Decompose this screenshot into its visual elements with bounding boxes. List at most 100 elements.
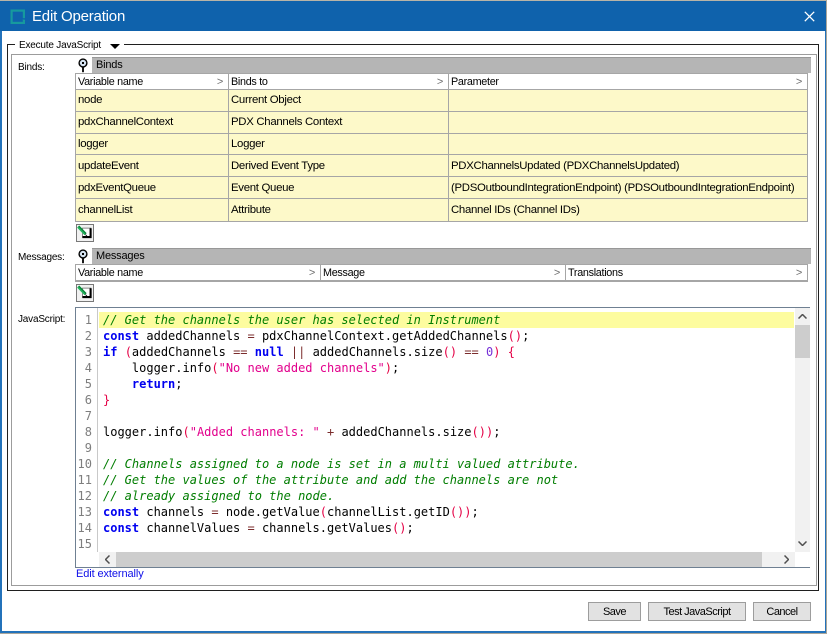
binds-group-title: Binds [92,59,123,71]
line-number: 2 [76,328,97,344]
binds-label: Binds: [18,62,45,73]
column-header[interactable]: Message> [321,265,566,281]
table-cell[interactable]: pdxChannelContext [76,112,229,134]
scroll-right-icon[interactable] [779,552,794,567]
table-row[interactable]: updateEventDerived Event TypePDXChannels… [76,155,807,177]
binds-group-header[interactable]: Binds [92,57,811,73]
code-line[interactable]: logger.info("No new added channels"); [99,360,794,376]
table-cell[interactable]: channelList [76,199,229,221]
table-cell[interactable]: Channel IDs (Channel IDs) [449,199,807,221]
line-number: 13 [76,504,97,520]
scrollbar-corner [795,552,811,567]
code-line[interactable]: // Get the channels the user has selecte… [99,312,794,328]
operation-type-label: Execute JavaScript [19,40,101,51]
messages-group-header[interactable]: Messages [92,248,811,264]
scroll-left-icon[interactable] [100,552,115,567]
operation-type-dropdown[interactable]: Execute JavaScript [15,39,124,52]
cancel-button[interactable]: Cancel [753,602,811,621]
line-number: 15 [76,536,97,552]
editor-code-area[interactable]: // Get the channels the user has selecte… [99,308,794,552]
code-line[interactable] [99,440,794,456]
table-cell[interactable]: updateEvent [76,155,229,177]
code-line[interactable]: return; [99,376,794,392]
line-number: 6 [76,392,97,408]
binds-table[interactable]: Variable name>Binds to>Parameter>nodeCur… [75,73,808,222]
close-button[interactable] [794,1,825,31]
messages-table[interactable]: Variable name>Message>Translations> [75,264,808,282]
messages-label: Messages: [18,252,65,263]
table-cell[interactable]: (PDSOutboundIntegrationEndpoint) (PDSOut… [449,177,807,199]
pushpin-icon-binds [77,58,89,74]
code-line[interactable]: // Get the values of the attribute and a… [99,472,794,488]
edit-cell-icon [77,225,93,241]
code-line[interactable] [99,408,794,424]
column-header[interactable]: Translations> [566,265,807,281]
vertical-scroll-thumb[interactable] [795,325,811,359]
sort-chevron-icon: > [554,267,560,279]
table-cell[interactable]: Event Queue [229,177,449,199]
table-row[interactable]: channelListAttributeChannel IDs (Channel… [76,199,807,221]
table-cell[interactable]: PDX Channels Context [229,112,449,134]
test-javascript-button[interactable]: Test JavaScript [648,602,746,621]
code-line[interactable]: if (addedChannels == null || addedChanne… [99,344,794,360]
table-row[interactable]: nodeCurrent Object [76,90,807,112]
edit-externally-link[interactable]: Edit externally [76,568,144,580]
column-header[interactable]: Parameter> [449,74,807,90]
editor-horizontal-scrollbar[interactable] [99,552,795,567]
code-line[interactable]: // already assigned to the node. [99,488,794,504]
scroll-down-icon[interactable] [795,536,811,551]
save-button[interactable]: Save [588,602,641,621]
table-row[interactable]: pdxChannelContextPDX Channels Context [76,112,807,134]
dropdown-arrow-icon [110,44,120,49]
messages-group-title: Messages [92,250,145,262]
editor-vertical-scrollbar[interactable] [795,308,811,552]
table-cell[interactable] [449,90,807,112]
table-cell[interactable] [449,134,807,156]
table-row[interactable]: loggerLogger [76,134,807,156]
table-cell[interactable]: PDXChannelsUpdated (PDXChannelsUpdated) [449,155,807,177]
javascript-label: JavaScript: [18,314,65,325]
line-number: 5 [76,376,97,392]
table-cell[interactable] [449,112,807,134]
edit-cell-icon [77,285,93,301]
pushpin-icon-messages [77,249,89,265]
binds-edit-button[interactable] [76,224,94,242]
code-line[interactable]: const channels = node.getValue(channelLi… [99,504,794,520]
scroll-up-icon[interactable] [795,309,811,324]
code-line[interactable] [99,536,794,552]
line-number: 1 [76,312,97,328]
code-line[interactable]: const addedChannels = pdxChannelContext.… [99,328,794,344]
table-cell[interactable]: Derived Event Type [229,155,449,177]
column-header-label: Variable name [78,76,143,88]
line-number: 3 [76,344,97,360]
table-cell[interactable]: logger [76,134,229,156]
javascript-editor[interactable]: 123456789101112131415 // Get the channel… [75,307,810,568]
title-bar[interactable]: Edit Operation [0,1,827,31]
line-number: 10 [76,456,97,472]
table-cell[interactable]: node [76,90,229,112]
table-cell[interactable]: Attribute [229,199,449,221]
column-header-label: Parameter [451,76,499,88]
table-cell[interactable]: pdxEventQueue [76,177,229,199]
line-number: 12 [76,488,97,504]
window-border-left [0,31,2,632]
line-number: 9 [76,440,97,456]
horizontal-scroll-thumb[interactable] [116,552,762,567]
sort-chevron-icon: > [437,76,443,88]
app-icon [10,9,26,25]
dialog-title: Edit Operation [32,1,125,31]
code-line[interactable]: } [99,392,794,408]
messages-edit-button[interactable] [76,284,94,302]
code-line[interactable]: // Channels assigned to a node is set in… [99,456,794,472]
column-header[interactable]: Binds to > [229,74,449,90]
code-line[interactable]: logger.info("Added channels: " + addedCh… [99,424,794,440]
code-line[interactable]: const channelValues = channels.getValues… [99,520,794,536]
window-border-top [0,0,827,1]
column-header[interactable]: Variable name> [76,74,229,90]
column-header-label: Variable name [78,267,143,279]
column-header[interactable]: Variable name> [76,265,321,281]
table-cell[interactable]: Current Object [229,90,449,112]
table-row[interactable]: pdxEventQueueEvent Queue(PDSOutboundInte… [76,177,807,199]
table-cell[interactable]: Logger [229,134,449,156]
column-header-label: Binds to [231,76,268,88]
